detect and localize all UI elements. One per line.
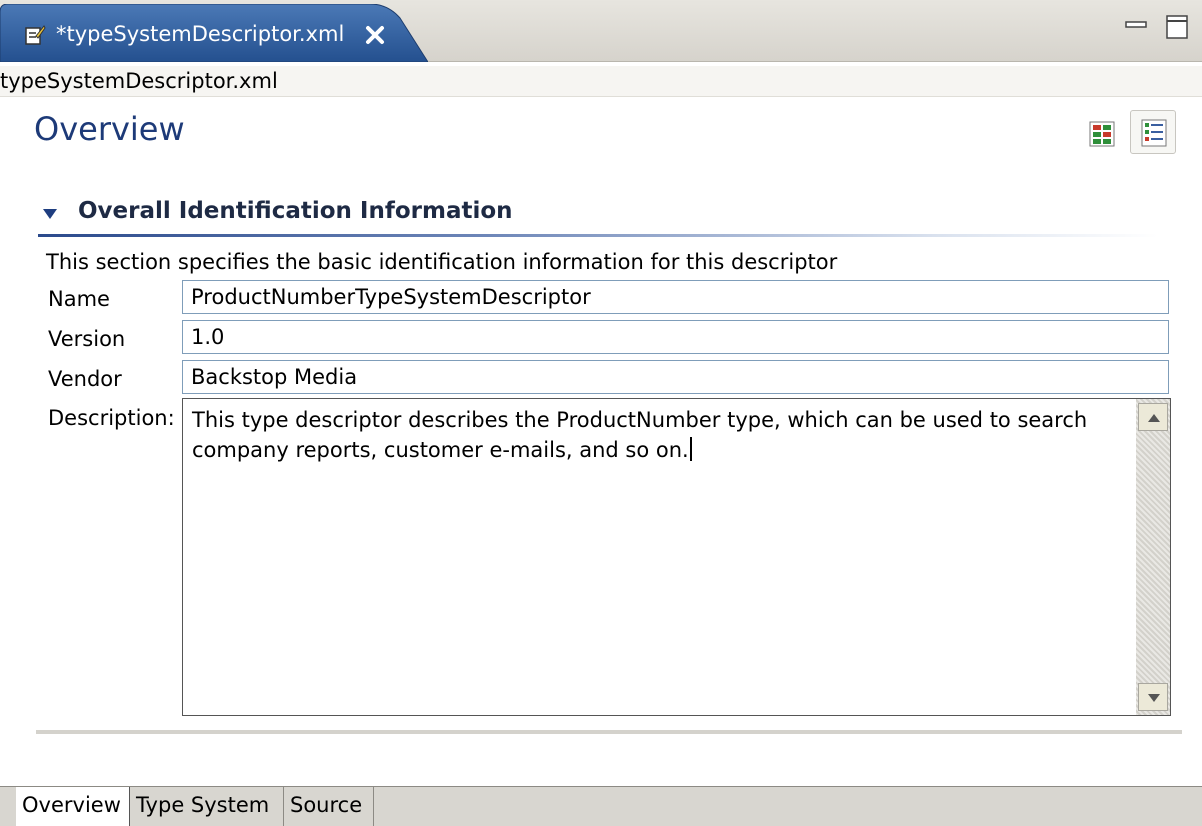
- section-description: This section specifies the basic identif…: [46, 250, 838, 274]
- close-icon[interactable]: [364, 24, 386, 46]
- file-path-label: typeSystemDescriptor.xml: [0, 66, 1202, 97]
- description-value: This type descriptor describes the Produ…: [192, 408, 1088, 462]
- description-field[interactable]: This type descriptor describes the Produ…: [182, 398, 1171, 716]
- name-label: Name: [48, 287, 110, 311]
- arrow-down-icon: [1148, 694, 1160, 702]
- description-text: This type descriptor describes the Produ…: [192, 405, 1122, 465]
- maximize-icon[interactable]: [1164, 12, 1192, 42]
- description-label: Description:: [48, 406, 175, 430]
- text-caret: [689, 437, 692, 461]
- page-title: Overview: [34, 110, 185, 148]
- version-label: Version: [48, 327, 126, 351]
- editor-page-tabs: Overview Type System Source: [0, 786, 1202, 826]
- vertical-scrollbar[interactable]: [1136, 399, 1170, 715]
- scroll-down-button[interactable]: [1138, 683, 1168, 711]
- vendor-field[interactable]: Backstop Media: [182, 360, 1169, 394]
- tab-overview[interactable]: Overview: [16, 787, 130, 826]
- tab-type-system[interactable]: Type System: [130, 787, 284, 826]
- tab-source[interactable]: Source: [284, 787, 374, 826]
- vertical-layout-icon: [1141, 119, 1167, 147]
- scroll-up-button[interactable]: [1138, 403, 1168, 431]
- section-header[interactable]: Overall Identification Information: [40, 198, 513, 228]
- arrow-up-icon: [1148, 414, 1160, 422]
- section-divider: [38, 234, 1158, 237]
- horizontal-layout-icon[interactable]: [1088, 120, 1116, 148]
- editor-tab-title: *typeSystemDescriptor.xml: [56, 22, 345, 46]
- section-title: Overall Identification Information: [78, 198, 513, 224]
- minimize-icon[interactable]: [1124, 16, 1150, 36]
- vendor-label: Vendor: [48, 367, 122, 391]
- editor-tab-bar: *typeSystemDescriptor.xml: [0, 0, 1202, 62]
- editor-tab[interactable]: *typeSystemDescriptor.xml: [0, 4, 428, 62]
- name-field[interactable]: ProductNumberTypeSystemDescriptor: [182, 280, 1169, 314]
- version-field[interactable]: 1.0: [182, 320, 1169, 354]
- vertical-layout-button[interactable]: [1130, 110, 1176, 154]
- xml-edit-icon: [25, 25, 46, 45]
- content-divider: [36, 730, 1182, 734]
